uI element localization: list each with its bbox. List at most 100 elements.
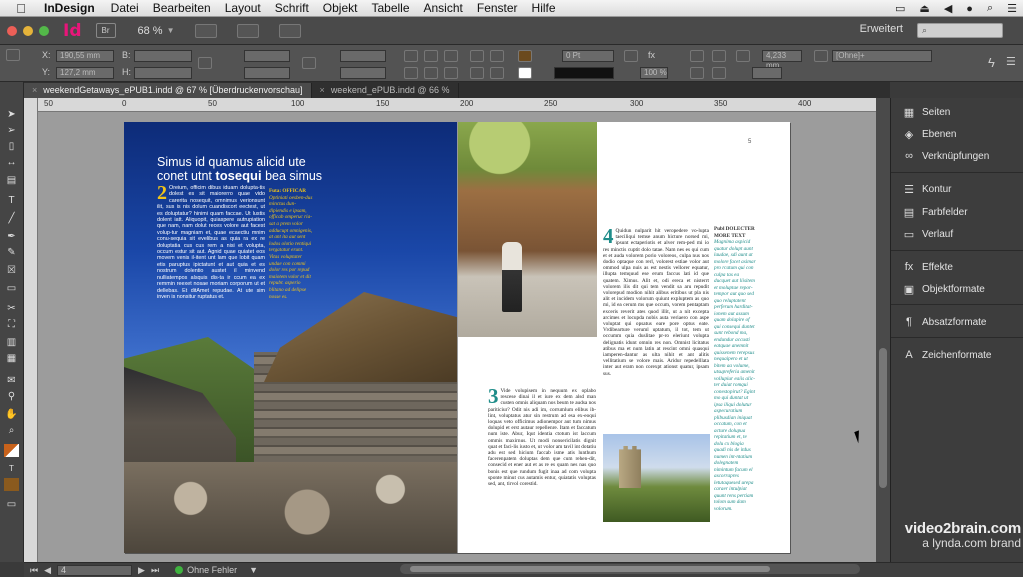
- village-cyclist-photo[interactable]: [458, 122, 597, 337]
- menu-fenster[interactable]: Fenster: [470, 1, 525, 15]
- close-window-icon[interactable]: [7, 25, 17, 36]
- constrain-proportions-icon[interactable]: [198, 57, 212, 69]
- left-headline[interactable]: Simus id quamus alicid ute conet utnt to…: [157, 156, 357, 183]
- minimize-window-icon[interactable]: [23, 25, 33, 36]
- horizontal-scrollbar[interactable]: [400, 564, 860, 574]
- rectangle-frame-tool-icon[interactable]: ☒: [4, 264, 19, 277]
- panel-zeichenformate[interactable]: A Zeichenformate: [901, 345, 1019, 365]
- zoom-window-icon[interactable]: [39, 25, 49, 36]
- select-next-object-icon[interactable]: [490, 67, 504, 79]
- flip-vertical-icon[interactable]: [404, 67, 418, 79]
- panel-verlauf[interactable]: ▭ Verlauf: [901, 224, 1019, 244]
- flip-horizontal-icon[interactable]: [444, 50, 458, 62]
- free-transform-tool-icon[interactable]: ⛶: [4, 318, 19, 331]
- zoom-level[interactable]: 68 %: [138, 25, 163, 37]
- panel-absatzformate[interactable]: ¶ Absatzformate: [901, 312, 1019, 332]
- scale-x-field[interactable]: [244, 50, 290, 62]
- object-style-select[interactable]: [Ohne]+: [832, 50, 932, 62]
- text-wrap-bbox-icon[interactable]: [712, 50, 726, 62]
- notification-list-icon[interactable]: ☰: [1007, 2, 1017, 15]
- width-field[interactable]: [134, 50, 192, 62]
- select-prev-object-icon[interactable]: [470, 67, 484, 79]
- left-sidebar-text-frame[interactable]: Futa: OFFICAR Optiniati oesben-dus minct…: [269, 188, 313, 300]
- view-options-icon[interactable]: [194, 23, 217, 38]
- corner-shape-select[interactable]: [752, 67, 782, 79]
- screen-mode-tool-icon[interactable]: ▭: [4, 498, 19, 511]
- right-body-text-frame-2[interactable]: 3 Vide volupisem in nequum ex oplabo resc…: [488, 386, 596, 488]
- panel-menu-icon[interactable]: ☰: [1006, 55, 1016, 68]
- stroke-swatch-icon[interactable]: [518, 67, 532, 79]
- hand-tool-icon[interactable]: ✋: [4, 408, 19, 421]
- y-position-field[interactable]: 127,2 mm: [56, 67, 114, 79]
- right-body-text-frame-1[interactable]: 4 Quidun nulparit hit veropedere vo-lupta…: [603, 226, 709, 377]
- scrollbar-thumb[interactable]: [879, 348, 887, 488]
- panel-objektformate[interactable]: ▣ Objektformate: [901, 279, 1019, 299]
- previous-page-icon[interactable]: ◀: [44, 565, 51, 576]
- scissors-tool-icon[interactable]: ✂: [4, 302, 19, 315]
- stroke-type-select[interactable]: [554, 67, 614, 79]
- lightning-icon[interactable]: ϟ: [988, 55, 995, 70]
- menu-app-name[interactable]: InDesign: [32, 1, 104, 15]
- chevron-down-icon[interactable]: ▼: [167, 26, 175, 35]
- page-tool-icon[interactable]: ▯: [4, 140, 19, 153]
- chevron-down-icon[interactable]: ▼: [249, 565, 258, 575]
- workspace-switcher[interactable]: Erweitert: [860, 23, 903, 35]
- spotlight-search-icon[interactable]: ⌕: [987, 2, 993, 15]
- formatting-affects-text-icon[interactable]: T: [4, 462, 19, 475]
- select-content-icon[interactable]: [444, 67, 458, 79]
- menu-tabelle[interactable]: Tabelle: [364, 1, 416, 15]
- menu-ansicht[interactable]: Ansicht: [417, 1, 470, 15]
- gradient-feather-tool-icon[interactable]: ▦: [4, 352, 19, 365]
- eject-icon[interactable]: ⏏: [919, 2, 929, 15]
- horizontal-ruler[interactable]: 50 0 50 100 150 200 250 300 350 400: [38, 98, 880, 112]
- gap-tool-icon[interactable]: ↔: [4, 156, 19, 169]
- left-page[interactable]: Simus id quamus alicid ute conet utnt to…: [124, 122, 457, 553]
- text-wrap-none-icon[interactable]: [690, 50, 704, 62]
- menu-layout[interactable]: Layout: [218, 1, 268, 15]
- fill-swatch-icon[interactable]: [518, 50, 532, 62]
- select-container-icon[interactable]: [424, 67, 438, 79]
- right-sidebar-text-frame[interactable]: Publ DOLECTER MORE TEXT Magnima aspicid …: [714, 226, 756, 512]
- tab-weekendgetaways[interactable]: × weekendGetaways_ePUB1.indd @ 67 % [Über…: [24, 83, 312, 98]
- preflight-status-text[interactable]: Ohne Fehler: [187, 565, 237, 575]
- tab-weekend-epub[interactable]: × weekend_ePUB.indd @ 66 %: [312, 83, 459, 98]
- next-page-icon[interactable]: ▶: [138, 565, 145, 576]
- menu-hilfe[interactable]: Hilfe: [525, 1, 563, 15]
- close-icon[interactable]: ×: [32, 85, 37, 95]
- gap-field[interactable]: 4,233 mm: [762, 50, 802, 70]
- page-number-field[interactable]: 4: [57, 564, 133, 576]
- gradient-tool-icon[interactable]: ▥: [4, 336, 19, 349]
- apply-color-icon[interactable]: [4, 478, 19, 491]
- document-canvas[interactable]: Simus id quamus alicid ute conet utnt to…: [38, 112, 876, 562]
- scale-y-field[interactable]: [244, 67, 290, 79]
- panel-farbfelder[interactable]: ▤ Farbfelder: [901, 202, 1019, 222]
- x-position-field[interactable]: 190,55 mm: [56, 50, 114, 62]
- volume-icon[interactable]: ◀: [944, 2, 952, 15]
- rectangle-tool-icon[interactable]: ▭: [4, 282, 19, 295]
- content-collector-icon[interactable]: ▤: [4, 174, 19, 187]
- panel-seiten[interactable]: ▦ Seiten: [901, 102, 1019, 122]
- pencil-tool-icon[interactable]: ✎: [4, 246, 19, 259]
- vertical-ruler[interactable]: [24, 98, 38, 562]
- page-spread[interactable]: Simus id quamus alicid ute conet utnt to…: [124, 122, 790, 553]
- type-tool-icon[interactable]: T: [4, 194, 19, 207]
- screen-icon[interactable]: ▭: [895, 2, 905, 15]
- selection-tool-icon[interactable]: ➤: [4, 108, 19, 121]
- shear-field[interactable]: [340, 67, 386, 79]
- right-page[interactable]: 5 4 Quidun nulparit hit veropedere vo-lup…: [457, 122, 790, 553]
- rotation-field[interactable]: [340, 50, 386, 62]
- menu-schrift[interactable]: Schrift: [268, 1, 316, 15]
- effects-fx-icon[interactable]: fx: [648, 50, 655, 60]
- menu-bearbeiten[interactable]: Bearbeiten: [146, 1, 218, 15]
- drop-shadow-icon[interactable]: [624, 50, 638, 62]
- fill-stroke-icon[interactable]: [4, 444, 19, 457]
- apple-icon[interactable]: : [10, 1, 32, 16]
- text-wrap-shape-icon[interactable]: [690, 67, 704, 79]
- arrange-documents-icon[interactable]: [278, 23, 301, 38]
- select-next-icon[interactable]: [490, 50, 504, 62]
- screen-mode-icon[interactable]: [236, 23, 259, 38]
- scrollbar-thumb[interactable]: [410, 566, 770, 572]
- zoom-tool-icon[interactable]: ⌕: [4, 424, 19, 437]
- stroke-weight-field[interactable]: 0 Pt: [562, 50, 614, 62]
- direct-selection-tool-icon[interactable]: ➢: [4, 124, 19, 137]
